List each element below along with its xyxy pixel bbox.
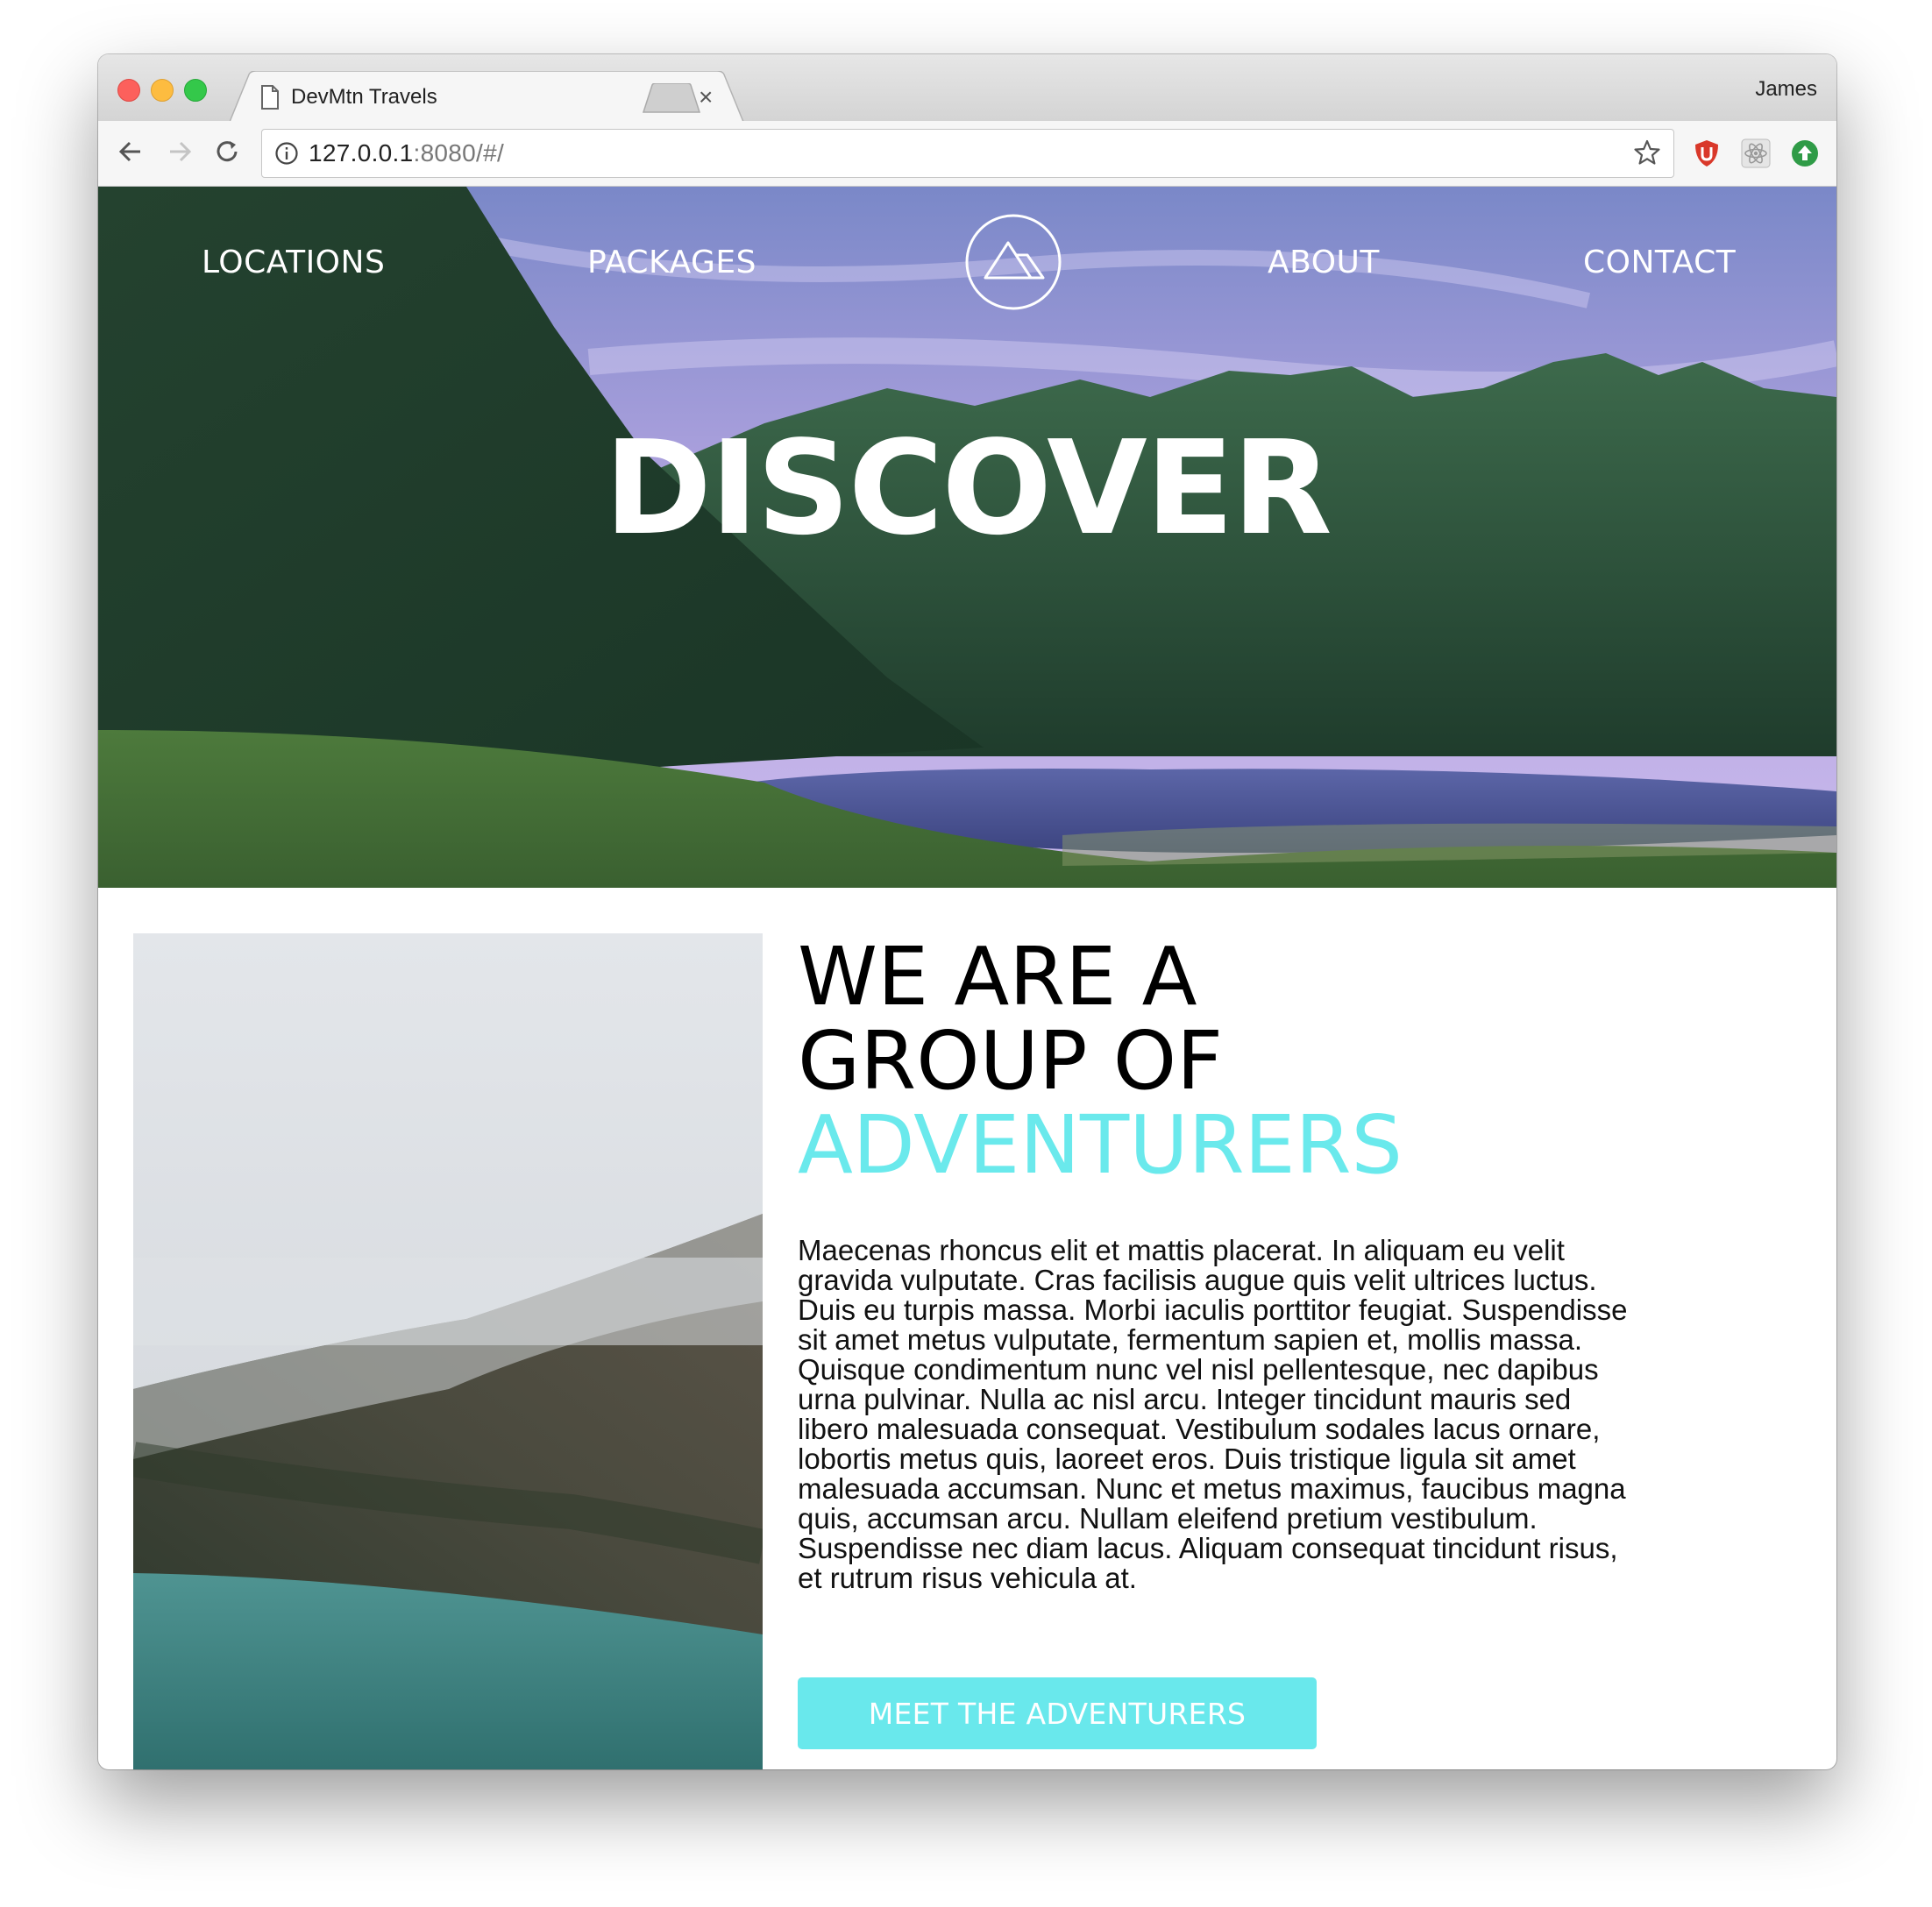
profile-name[interactable]: James [1755,77,1817,102]
adventure-photo [133,933,763,1769]
about-paragraph: Maecenas rhoncus elit et mattis placerat… [798,1234,1628,1594]
upload-extension-icon[interactable] [1790,138,1820,173]
url-text[interactable]: 127.0.0.1:8080/#/ [309,139,504,167]
tab-strip: DevMtn Travels × James [98,54,1836,122]
close-window-button[interactable] [117,79,140,102]
browser-toolbar: 127.0.0.1:8080/#/ [98,121,1836,187]
new-tab-button[interactable] [642,82,701,117]
info-icon[interactable] [274,141,299,170]
mountain-logo-icon[interactable] [964,213,1062,315]
headline-accent: ADVENTURERS [798,1098,1403,1192]
ublock-icon[interactable] [1692,138,1722,173]
star-icon[interactable] [1633,138,1661,171]
reload-icon[interactable] [212,137,242,171]
headline-line-1: WE ARE A [798,930,1197,1024]
hero-section: LOCATIONS PACKAGES ABOUT CONTACT DISCOVE… [98,187,1836,888]
nav-contact[interactable]: CONTACT [1583,245,1736,280]
nav-about[interactable]: ABOUT [1268,245,1380,280]
url-host: 127.0.0.1 [309,139,414,167]
browser-window: DevMtn Travels × James 127.0.0.1:8080/#/ [98,54,1836,1769]
forward-arrow-icon[interactable] [165,137,195,171]
address-bar[interactable]: 127.0.0.1:8080/#/ [261,129,1674,178]
nav-locations[interactable]: LOCATIONS [202,245,385,280]
document-icon [260,85,280,114]
headline-line-2: GROUP OF [798,1014,1224,1108]
hero-title: DISCOVER [604,413,1332,564]
nav-packages[interactable]: PACKAGES [587,245,756,280]
browser-tab[interactable]: DevMtn Travels × [230,71,744,122]
meet-the-adventurers-button[interactable]: MEET THE ADVENTURERS [798,1677,1317,1749]
minimize-window-button[interactable] [151,79,174,102]
back-arrow-icon[interactable] [116,137,146,171]
tab-title: DevMtn Travels [291,85,437,109]
about-headline: WE ARE A GROUP OF ADVENTURERS [798,935,1403,1187]
react-devtools-icon[interactable] [1741,138,1771,173]
url-path: :8080/#/ [413,139,505,167]
zoom-window-button[interactable] [184,79,207,102]
